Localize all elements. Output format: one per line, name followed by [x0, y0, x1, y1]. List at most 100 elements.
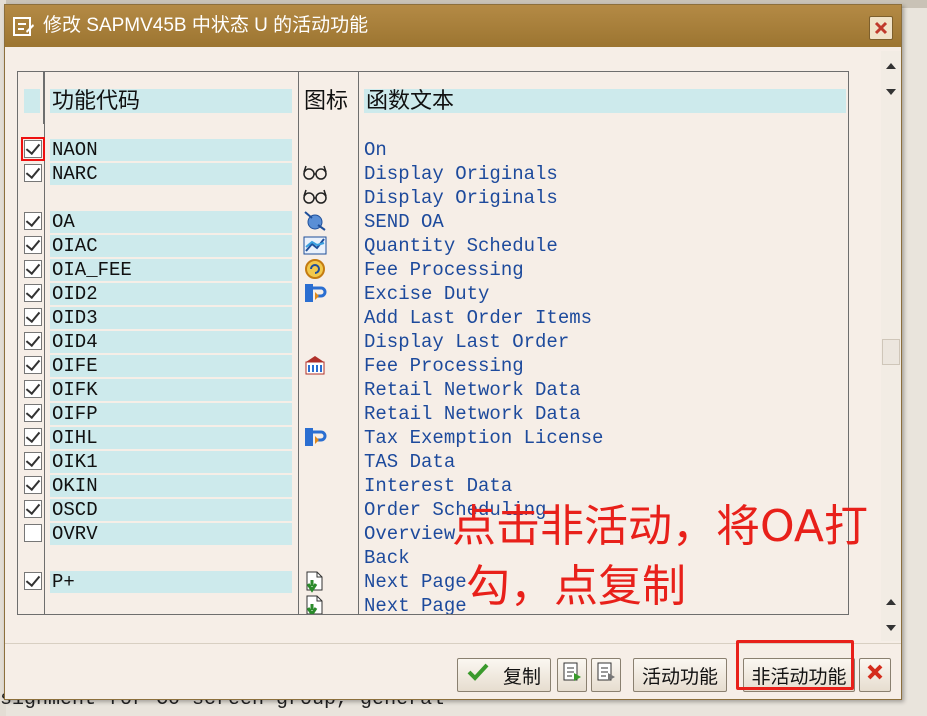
function-code: OVRV [50, 523, 292, 545]
function-text: Retail Network Data [364, 379, 581, 401]
function-text: Next Page [364, 571, 467, 593]
function-code: OIK1 [50, 451, 292, 473]
row-checkbox[interactable] [24, 476, 42, 494]
deselect-all-button[interactable] [591, 658, 621, 692]
function-text: Tax Exemption License [364, 427, 604, 449]
function-code: OIFE [50, 355, 292, 377]
function-text: Fee Processing [364, 259, 524, 281]
text-column-header: 函数文本 [362, 72, 848, 124]
scrollbar-thumb[interactable] [882, 339, 900, 365]
function-code: OID4 [50, 331, 292, 353]
table-row[interactable]: OIAC Quantity Schedule [18, 234, 848, 258]
table-row[interactable]: NAON On [18, 137, 848, 162]
select-all-header[interactable] [24, 89, 40, 113]
table-row[interactable]: OIFP Retail Network Data [18, 402, 848, 426]
function-code: OIFK [50, 379, 292, 401]
function-code: OID2 [50, 283, 292, 305]
cancel-button[interactable] [859, 658, 891, 692]
table-row[interactable]: OID3 Add Last Order Items [18, 306, 848, 330]
glasses-icon [302, 186, 330, 210]
function-text: Display Originals [364, 163, 558, 185]
row-checkbox[interactable] [24, 308, 42, 326]
duty-icon [302, 282, 330, 306]
active-functions-label: 活动功能 [641, 666, 718, 688]
fee-icon [302, 258, 330, 282]
table-row[interactable]: P+ Next Page [18, 570, 848, 594]
page-down-icon [302, 570, 330, 594]
header-function-text[interactable]: 函数文本 [364, 89, 846, 113]
header-function-code[interactable]: 功能代码 [50, 89, 292, 113]
scroll-up-icon[interactable] [881, 55, 901, 77]
row-checkbox[interactable] [24, 572, 42, 590]
checkmark-icon [467, 663, 489, 687]
deselect-all-icon [596, 661, 616, 689]
scroll-page-up-icon[interactable] [881, 591, 901, 613]
table-row[interactable]: OIK1 TAS Data [18, 450, 848, 474]
function-text: Overview [364, 523, 456, 545]
close-icon[interactable] [869, 16, 893, 40]
row-checkbox[interactable] [24, 524, 42, 542]
code-column-header: 功能代码 [44, 72, 298, 124]
table-row[interactable]: OIFE Fee Processing [18, 354, 848, 378]
chart-icon [302, 234, 330, 258]
duty-icon [302, 426, 330, 450]
scroll-page-down-icon[interactable] [881, 617, 901, 639]
function-code: OID3 [50, 307, 292, 329]
row-checkbox[interactable] [24, 500, 42, 518]
select-all-button[interactable] [557, 658, 587, 692]
table-row[interactable]: Display Originals [18, 186, 848, 210]
table-row[interactable]: OIA_FEE Fee Processing [18, 258, 848, 282]
function-code: OA [50, 211, 292, 233]
function-code: P+ [50, 571, 292, 593]
function-text: Display Originals [364, 187, 558, 209]
edit-window-icon [13, 17, 35, 37]
row-checkbox[interactable] [21, 137, 45, 161]
function-code: OIA_FEE [50, 259, 292, 281]
table-row[interactable]: NARC Display Originals [18, 162, 848, 186]
table-row[interactable]: Next Page [18, 594, 848, 615]
table-row[interactable]: OID2 Excise Duty [18, 282, 848, 306]
row-checkbox[interactable] [24, 404, 42, 422]
row-checkbox[interactable] [24, 260, 42, 278]
cancel-icon [867, 664, 883, 686]
select-all-icon [562, 661, 582, 689]
function-text: On [364, 139, 387, 161]
function-text: TAS Data [364, 451, 456, 473]
row-checkbox[interactable] [24, 428, 42, 446]
function-text: Fee Processing [364, 355, 524, 377]
table-row[interactable]: OID4 Display Last Order [18, 330, 848, 354]
copy-button[interactable]: 复制 [457, 658, 551, 692]
row-checkbox[interactable] [24, 236, 42, 254]
table-row[interactable]: OIFK Retail Network Data [18, 378, 848, 402]
annotation-line-2: 勾，点复制 [466, 561, 686, 612]
building-icon [302, 354, 330, 378]
header-icon[interactable]: 图标 [302, 89, 356, 113]
function-text: Quantity Schedule [364, 235, 558, 257]
row-checkbox[interactable] [24, 332, 42, 350]
function-code: OSCD [50, 499, 292, 521]
row-checkbox[interactable] [24, 380, 42, 398]
send-icon [302, 210, 330, 234]
table-row[interactable]: OIHL Tax Exemption License [18, 426, 848, 450]
function-text: Excise Duty [364, 283, 490, 305]
scroll-down-icon[interactable] [881, 81, 901, 103]
row-checkbox[interactable] [24, 284, 42, 302]
function-code: NAON [50, 139, 292, 161]
annotation-highlight-box [736, 640, 854, 690]
function-code: OKIN [50, 475, 292, 497]
function-code: OIFP [50, 403, 292, 425]
active-functions-button[interactable]: 活动功能 [633, 658, 727, 692]
row-checkbox[interactable] [24, 164, 42, 182]
row-checkbox[interactable] [24, 212, 42, 230]
function-text: Back [364, 547, 410, 569]
row-checkbox[interactable] [24, 452, 42, 470]
vertical-scrollbar[interactable] [881, 51, 901, 641]
dialog-titlebar: 修改 SAPMV45B 中状态 U 的活动功能 [5, 5, 901, 47]
function-text: Display Last Order [364, 331, 570, 353]
copy-button-label: 复制 [502, 666, 541, 688]
row-checkbox[interactable] [24, 356, 42, 374]
table-row[interactable]: OKIN Interest Data [18, 474, 848, 498]
function-code: OIHL [50, 427, 292, 449]
table-row[interactable]: OA SEND OA [18, 210, 848, 234]
function-text: Next Page [364, 595, 467, 615]
